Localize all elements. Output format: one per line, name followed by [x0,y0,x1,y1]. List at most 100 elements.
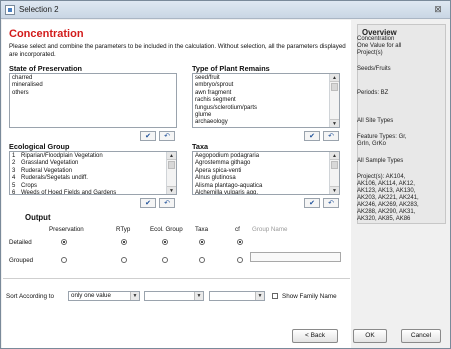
list-item[interactable]: rachis segment [195,97,328,104]
check-icon[interactable]: ✔ [140,131,156,141]
show-family-checkbox[interactable] [272,293,278,299]
sort-combo-3[interactable]: ▼ [209,291,265,301]
list-item[interactable]: embryo/sprout [195,82,328,89]
scroll-down-icon[interactable]: ▼ [330,186,339,194]
list-item-number: 6 [12,190,16,195]
state-of-preservation-list[interactable]: charred mineralised others [9,73,177,128]
ok-button[interactable]: OK [353,329,387,343]
list-item[interactable]: fungus/sclerotium/parts [195,105,328,112]
list-item-label: Ruderals/Segetals undiff. [21,175,88,182]
scroll-up-icon[interactable]: ▲ [167,152,176,160]
scrollbar[interactable]: ▲ ▼ [329,152,339,194]
scroll-up-icon[interactable]: ▲ [330,152,339,160]
list-item[interactable]: archaeology [195,119,328,126]
undo-icon[interactable]: ↶ [159,198,175,208]
list-item[interactable]: Aegopodium podagraria [195,153,328,160]
radio-detailed-1[interactable] [121,239,127,245]
close-icon[interactable]: ⊠ [432,4,444,15]
scroll-thumb[interactable] [331,161,338,169]
list-item[interactable]: seed/fruit [195,75,328,82]
scrollbar[interactable]: ▲ ▼ [166,152,176,194]
list-item-number: 1 [12,153,16,159]
undo-icon[interactable]: ↶ [159,131,175,141]
list-item[interactable]: others [12,90,165,97]
list-item[interactable]: 4 Ruderals/Segetals undiff. [12,175,165,182]
overview-sample-types: All Sample Types [357,158,404,164]
check-icon[interactable]: ✔ [140,198,156,208]
scroll-up-icon[interactable]: ▲ [330,74,339,82]
list-item[interactable]: 6 Weeds of Hoed Fields and Gardens [12,190,165,195]
radio-grouped-3[interactable] [199,257,205,263]
main-panel: Concentration Please select and combine … [2,20,351,348]
group-name-label: Group Name [252,226,288,233]
list-item[interactable]: 1 Riparian/Floodplain Vegetation [12,153,165,160]
ecological-group-list[interactable]: 1 Riparian/Floodplain Vegetation 2 Grasslan… [9,151,177,195]
list-item[interactable]: Alisma plantago-aquatica [195,183,328,190]
app-icon [5,5,15,15]
check-icon[interactable]: ✔ [304,131,320,141]
overview-seeds: Seeds/Fruits [357,66,391,72]
list-item[interactable]: charred [12,75,165,82]
list-item[interactable]: Alnus glutinosa [195,175,328,182]
radio-detailed-4[interactable] [237,239,243,245]
scroll-down-icon[interactable]: ▼ [167,186,176,194]
row-label-detailed: Detailed [9,239,32,246]
column-header-preservation: Preservation [49,226,84,233]
column-header-taxa: Taxa [195,226,209,233]
back-button[interactable]: < Back [292,329,338,343]
undo-icon[interactable]: ↶ [323,198,339,208]
overview-feature-types: Feature Types: Gr, GrIn, GrKo [357,134,407,147]
scroll-down-icon[interactable]: ▼ [330,119,339,127]
radio-grouped-1[interactable] [121,257,127,263]
radio-grouped-0[interactable] [61,257,67,263]
overview-panel: Overview Concentration One Value for all… [353,20,450,348]
column-header-cf: cf [235,226,240,233]
list-item[interactable]: 2 Grassland Vegetation [12,160,165,167]
scroll-thumb[interactable] [168,161,175,169]
radio-grouped-2[interactable] [162,257,168,263]
overview-projects: Project(s): AK104, AK106, AK114, AK12, A… [357,174,419,222]
list-item-label: Riparian/Floodplain Vegetation [21,153,103,159]
list-item[interactable]: 5 Crops [12,183,165,190]
taxa-list[interactable]: Aegopodium podagraria Agrostemma githago A… [192,151,340,195]
list-item-label: Crops [21,182,38,189]
show-family-label: Show Family Name [282,293,337,300]
sort-combo-2[interactable]: ▼ [144,291,204,301]
sort-combo-1[interactable]: only one value ▼ [68,291,140,301]
overview-concentration: Concentration One Value for all Project(… [357,36,402,56]
column-header-rtyp: RTyp [116,226,131,233]
radio-grouped-4[interactable] [237,257,243,263]
list-item-number: 4 [12,175,16,182]
undo-icon[interactable]: ↶ [323,131,339,141]
row-label-grouped: Grouped [9,257,34,264]
chevron-down-icon[interactable]: ▼ [194,292,203,300]
list-item[interactable]: glume [195,112,328,119]
title-bar[interactable]: Selection 2 ⊠ [1,1,450,19]
cancel-button[interactable]: Cancel [401,329,441,343]
list-item-label: Grassland Vegetation [21,160,79,167]
scroll-thumb[interactable] [331,83,338,91]
list-item-number: 3 [12,167,16,174]
chevron-down-icon[interactable]: ▼ [255,292,264,300]
list-item[interactable]: Agrostemma githago [195,160,328,167]
group-name-input[interactable] [250,252,341,262]
list-item-label: Weeds of Hoed Fields and Gardens [21,190,117,195]
selection-dialog: Selection 2 ⊠ Concentration Please selec… [0,0,451,349]
state-of-preservation-label: State of Preservation [9,64,82,73]
list-item-number: 2 [12,160,16,167]
list-item[interactable]: 3 Ruderal Vegetation [12,168,165,175]
list-item[interactable]: awn fragment [195,90,328,97]
check-icon[interactable]: ✔ [304,198,320,208]
radio-detailed-3[interactable] [199,239,205,245]
chevron-down-icon[interactable]: ▼ [130,292,139,300]
list-item-label: Ruderal Vegetation [21,167,73,174]
radio-detailed-0[interactable] [61,239,67,245]
radio-detailed-2[interactable] [162,239,168,245]
list-item[interactable]: Alchemilla vulgaris agg. [195,190,328,194]
type-of-plant-remains-label: Type of Plant Remains [192,64,270,73]
list-item[interactable]: mineralised [12,82,165,89]
taxa-label: Taxa [192,142,209,151]
list-item[interactable]: Apera spica-venti [195,168,328,175]
scrollbar[interactable]: ▲ ▼ [329,74,339,127]
type-of-plant-remains-list[interactable]: seed/fruit embryo/sprout awn fragment rachi… [192,73,340,128]
